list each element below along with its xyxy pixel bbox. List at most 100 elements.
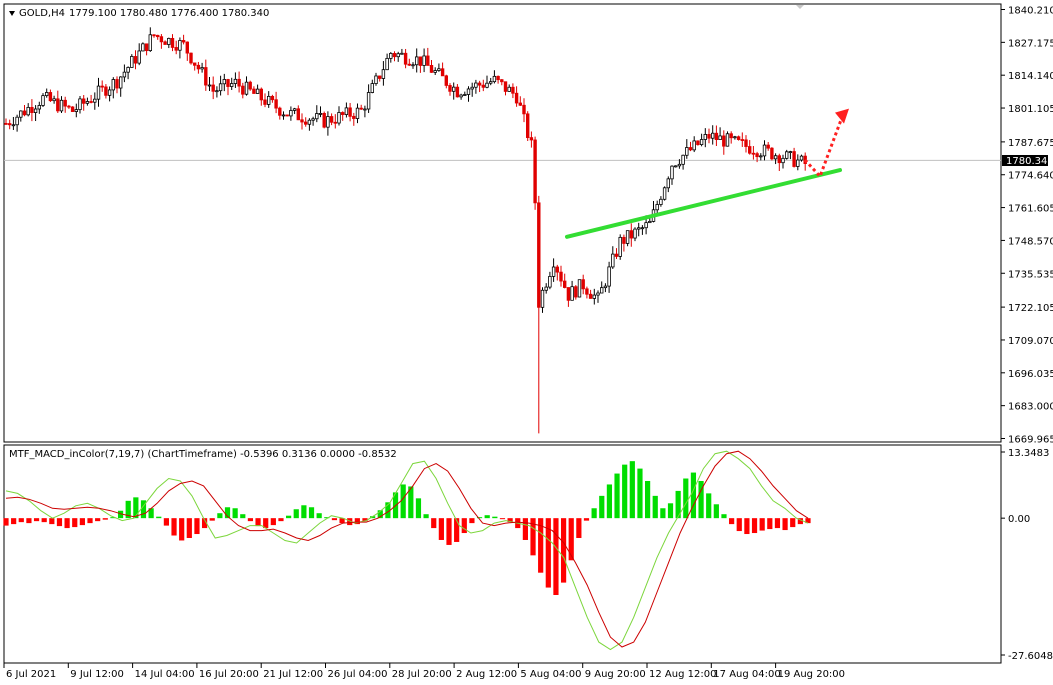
candle-body [159, 36, 164, 43]
histogram-bar [690, 472, 697, 519]
candle-body [278, 107, 282, 116]
candle-body [770, 147, 774, 160]
candle-body [241, 85, 245, 95]
candle-body [15, 116, 19, 126]
candle-body [799, 155, 804, 161]
time-axis-label: 2 Aug 12:00 [456, 669, 517, 680]
candle-body [255, 88, 260, 94]
candle-body [315, 113, 319, 120]
candle-body [655, 204, 659, 211]
time-axis-label: 26 Jul 04:00 [328, 669, 388, 680]
candle-body [533, 139, 537, 204]
candle-body [344, 107, 349, 115]
histogram-bar [240, 514, 246, 519]
candle-body [281, 114, 286, 117]
candle-body [355, 107, 360, 119]
candle-body [144, 43, 149, 52]
histogram-bar [461, 518, 467, 534]
candle-body [574, 286, 578, 298]
histogram-bar [767, 518, 773, 530]
histogram-bar [247, 518, 254, 522]
candle-body [433, 70, 437, 73]
time-axis-label: 5 Aug 04:00 [520, 669, 581, 680]
time-axis-label: 17 Aug 04:00 [713, 669, 780, 680]
candle-body [481, 84, 485, 88]
candle-body [233, 78, 238, 84]
histogram-bar [72, 518, 78, 528]
candle-body [204, 67, 208, 86]
candle-body [766, 144, 770, 149]
candle-body [41, 95, 45, 106]
histogram-bar [560, 518, 567, 583]
candle-body [318, 113, 323, 115]
candle-body [137, 50, 141, 64]
candle-body [514, 92, 519, 104]
histogram-bar [729, 518, 735, 525]
candle-body [588, 293, 593, 299]
candle-body [600, 287, 604, 294]
histogram-bar [3, 518, 9, 526]
histogram-bar [11, 518, 17, 525]
candle-body [59, 99, 64, 112]
price-axis-label: 1683.000 [1008, 402, 1053, 413]
histogram-bar [744, 518, 750, 535]
histogram-bar [33, 518, 40, 522]
time-axis-label: 16 Jul 20:00 [199, 669, 259, 680]
candle-body [329, 116, 334, 123]
histogram-bar [637, 468, 643, 519]
candle-body [699, 139, 704, 145]
histogram-bar [492, 516, 498, 519]
histogram-bar [186, 518, 192, 538]
candle-body [229, 83, 234, 87]
histogram-bar [278, 518, 284, 522]
candle-body [596, 292, 600, 296]
histogram-bar [308, 507, 315, 519]
price-axis-label: 1840.210 [1008, 6, 1053, 17]
candle-body [130, 56, 134, 68]
candle-body [370, 83, 374, 93]
candle-body [551, 266, 556, 277]
candle-body [496, 75, 500, 81]
candle-body [333, 121, 337, 124]
candle-body [618, 236, 622, 257]
histogram-bar [759, 518, 765, 531]
candle-body [196, 64, 201, 70]
histogram-bar [156, 516, 162, 519]
histogram-bar [645, 480, 651, 519]
histogram-bar [614, 473, 620, 519]
histogram-bar [194, 518, 200, 535]
candle-body [181, 40, 186, 43]
candle-body [7, 123, 12, 126]
histogram-bar [622, 464, 628, 519]
candle-body [289, 110, 293, 117]
price-axis-label: 1801.105 [1008, 104, 1053, 115]
histogram-bar [454, 518, 460, 542]
candle-body [429, 65, 434, 73]
candle-body [174, 47, 178, 51]
candle-body [736, 136, 741, 140]
candle-body [337, 112, 341, 124]
candle-body [322, 113, 326, 128]
histogram-bar [736, 518, 742, 532]
candle-body [488, 81, 493, 84]
histogram-bar [522, 518, 528, 540]
candle-body [640, 227, 645, 230]
candle-body [748, 146, 752, 154]
candle-body [511, 86, 515, 94]
candle-body [170, 37, 175, 48]
candle-body [307, 119, 312, 125]
candle-body [326, 116, 330, 128]
candle-body [703, 134, 707, 140]
candle-body [722, 135, 726, 147]
candle-body [248, 81, 252, 90]
candle-body [74, 109, 78, 112]
candle-body [611, 253, 615, 268]
candle-body [385, 57, 389, 71]
candle-body [163, 41, 167, 45]
candle-body [82, 98, 86, 104]
histogram-bar [438, 518, 444, 540]
histogram-bar [583, 518, 590, 521]
candle-body [244, 81, 249, 95]
candle-body [133, 56, 138, 64]
histogram-bar [26, 518, 32, 524]
